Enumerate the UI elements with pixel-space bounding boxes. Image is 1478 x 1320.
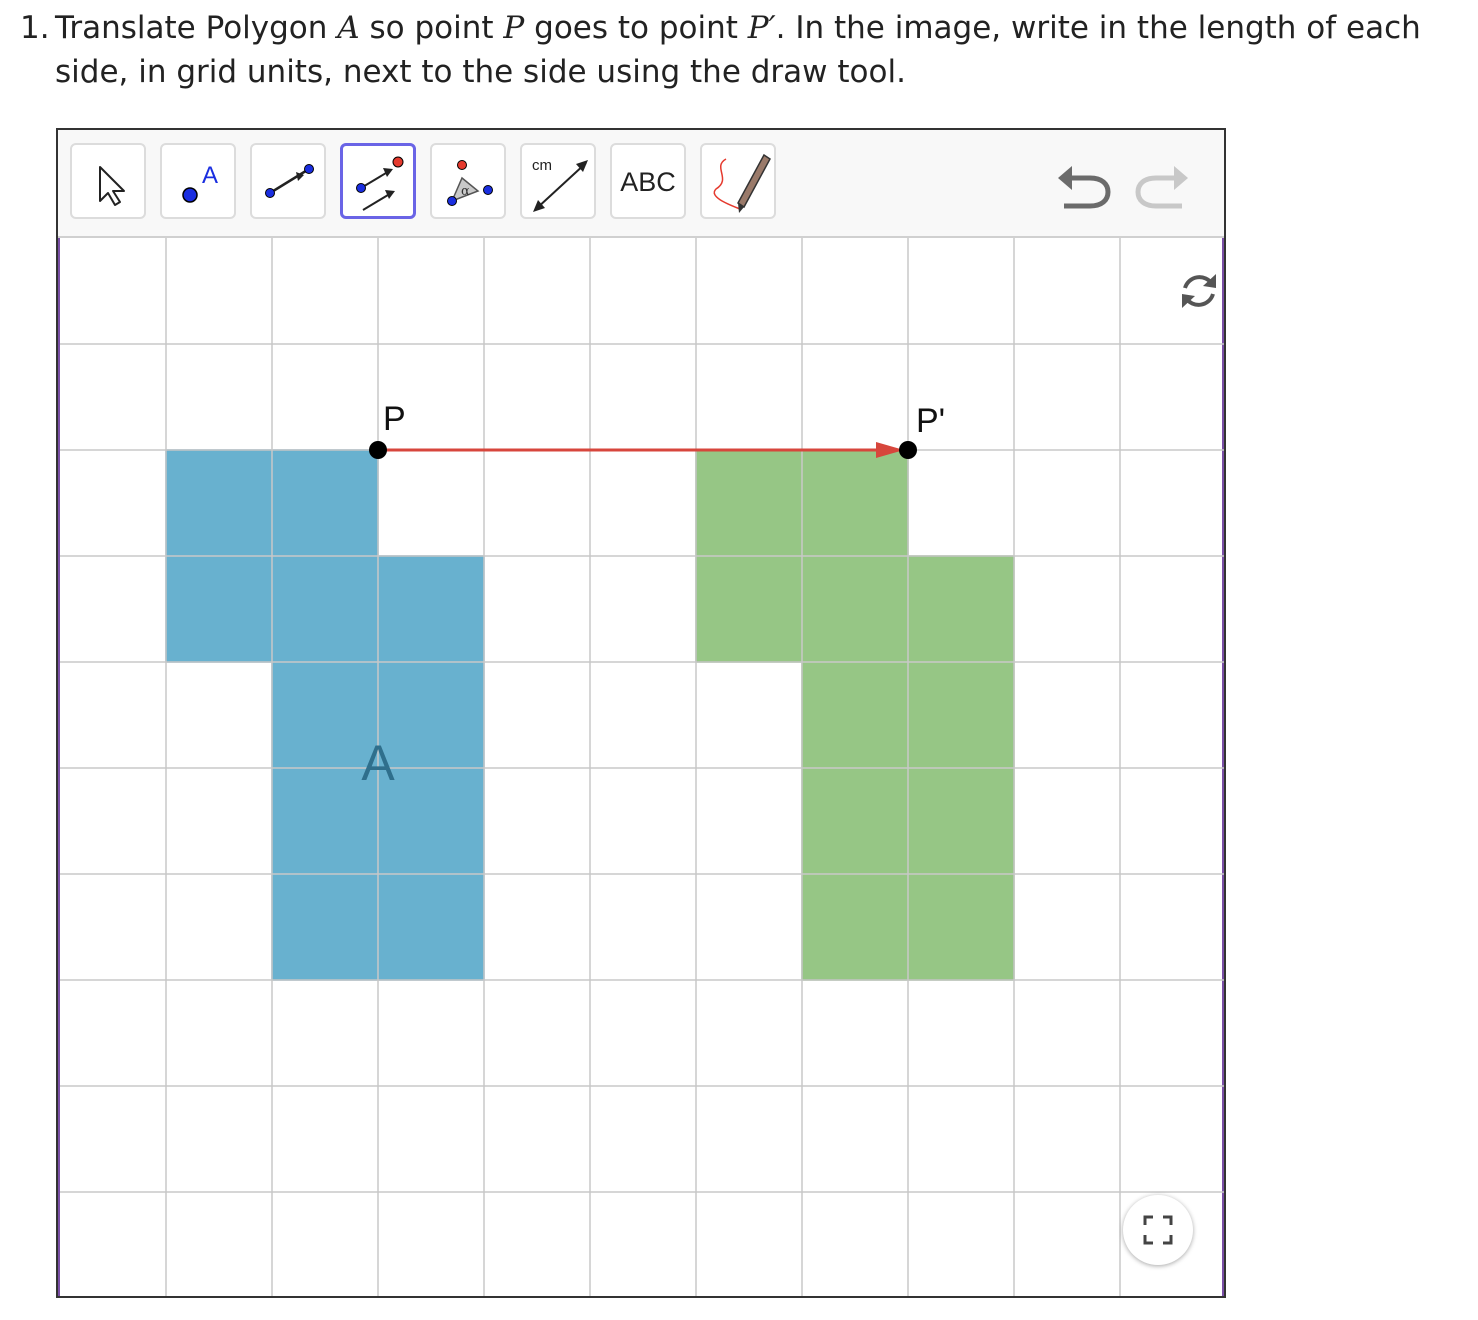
point-tool-button[interactable]: A bbox=[160, 143, 236, 219]
distance-tool-button[interactable]: cm bbox=[520, 143, 596, 219]
point-p-label: P bbox=[383, 400, 406, 438]
math-symbol: P bbox=[503, 10, 525, 46]
graphics-view[interactable]: A P P' bbox=[58, 238, 1224, 1296]
cursor-arrow-icon bbox=[99, 166, 125, 206]
distance-icon: cm bbox=[532, 157, 588, 212]
point-icon: A bbox=[182, 162, 218, 203]
question-fragment: goes to point bbox=[524, 10, 748, 46]
distance-tool-label: cm bbox=[532, 157, 552, 174]
point-tool-label: A bbox=[202, 162, 218, 189]
point-p-prime-label: P' bbox=[916, 402, 945, 440]
text-icon: ABC bbox=[620, 167, 676, 197]
grid-canvas: A P P' bbox=[60, 238, 1224, 1296]
geogebra-applet: A α cm ABC A P P' bbox=[56, 128, 1226, 1298]
undo-icon bbox=[1058, 166, 1111, 209]
angle-tool-label: α bbox=[461, 184, 470, 199]
text-tool-button[interactable]: ABC bbox=[610, 143, 686, 219]
redo-icon bbox=[1135, 166, 1188, 209]
segment-tool-button[interactable] bbox=[250, 143, 326, 219]
math-symbol: A bbox=[337, 10, 360, 46]
vector-translate-tool-button[interactable] bbox=[340, 143, 416, 219]
segment-icon bbox=[265, 164, 314, 198]
fullscreen-button[interactable] bbox=[1123, 1195, 1193, 1265]
pen-tool-button[interactable] bbox=[700, 143, 776, 219]
question-number: 1. bbox=[20, 10, 50, 46]
refresh-button[interactable] bbox=[1176, 268, 1222, 314]
move-tool-button[interactable] bbox=[70, 143, 146, 219]
translate-by-vector-icon bbox=[356, 156, 404, 211]
pen-icon bbox=[713, 153, 771, 213]
redo-button[interactable] bbox=[1130, 158, 1190, 212]
fullscreen-icon bbox=[1143, 1215, 1173, 1245]
question-body: Translate Polygon A so point P goes to p… bbox=[55, 6, 1470, 94]
math-symbol: P′ bbox=[747, 10, 776, 46]
polygon-a-label: A bbox=[361, 735, 395, 791]
angle-icon: α bbox=[447, 160, 493, 206]
point-p[interactable] bbox=[369, 441, 387, 459]
undo-button[interactable] bbox=[1056, 158, 1116, 212]
toolbar: A α cm ABC bbox=[58, 130, 1224, 238]
point-p-prime[interactable] bbox=[899, 441, 917, 459]
question-fragment: Translate Polygon bbox=[55, 10, 338, 46]
angle-tool-button[interactable]: α bbox=[430, 143, 506, 219]
polygon-a-image[interactable] bbox=[695, 449, 1015, 981]
polygon-a[interactable] bbox=[165, 449, 485, 981]
question-fragment: so point bbox=[359, 10, 504, 46]
refresh-icon bbox=[1182, 274, 1216, 308]
